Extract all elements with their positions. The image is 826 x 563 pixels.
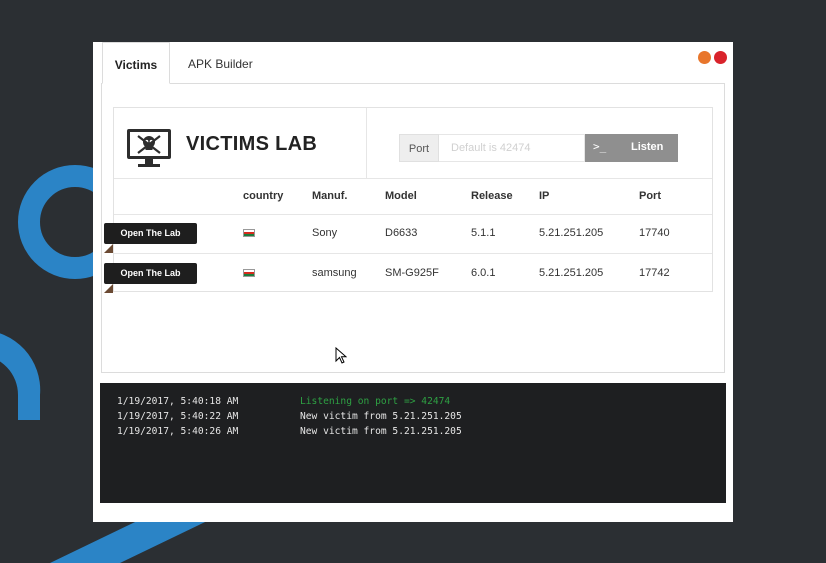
open-lab-button[interactable]: Open The Lab — [104, 223, 197, 244]
log-time: 1/19/2017, 5:40:26 AM — [117, 426, 239, 437]
header-model: Model — [385, 190, 417, 202]
terminal-prompt-icon: >_ — [593, 140, 607, 153]
header-manuf: Manuf. — [312, 190, 348, 202]
ribbon-tail-decoration — [104, 284, 113, 293]
victims-lab-panel: VICTIMS LAB Port >_ Listen country Manuf… — [104, 107, 713, 293]
header-port: Port — [639, 190, 661, 202]
release-cell: 5.1.1 — [471, 227, 496, 239]
close-button[interactable] — [714, 51, 727, 64]
port-cell: 17740 — [639, 227, 670, 239]
port-cell: 17742 — [639, 267, 670, 279]
flag-icon — [243, 269, 255, 278]
model-cell: D6633 — [385, 227, 418, 239]
header-release: Release — [471, 190, 513, 202]
minimize-button[interactable] — [698, 51, 711, 64]
page-title: VICTIMS LAB — [186, 133, 318, 155]
log-line: 1/19/2017, 5:40:26 AM New victim from 5.… — [117, 426, 717, 440]
release-cell: 6.0.1 — [471, 267, 496, 279]
country-cell — [243, 214, 255, 253]
log-console: 1/19/2017, 5:40:18 AM Listening on port … — [100, 383, 726, 503]
lab-title-area: VICTIMS LAB — [114, 108, 367, 178]
table-row: Open The Lab Sony D6633 5.1.1 5.21.251.2… — [104, 214, 712, 254]
log-message: New victim from 5.21.251.205 — [300, 411, 462, 422]
mouse-cursor-icon — [335, 347, 347, 364]
port-input[interactable] — [439, 134, 585, 162]
tab-victims[interactable]: Victims — [102, 42, 170, 84]
log-message: Listening on port => 42474 — [300, 396, 451, 407]
listen-button[interactable]: >_ Listen — [585, 134, 678, 162]
port-label: Port — [399, 134, 439, 162]
monitor-skull-icon — [127, 129, 171, 167]
header-ip: IP — [539, 190, 550, 202]
ribbon-tail-decoration — [104, 244, 113, 253]
log-line: 1/19/2017, 5:40:18 AM Listening on port … — [117, 396, 717, 410]
log-line: 1/19/2017, 5:40:22 AM New victim from 5.… — [117, 411, 717, 425]
log-time: 1/19/2017, 5:40:18 AM — [117, 396, 239, 407]
ip-cell: 5.21.251.205 — [539, 267, 604, 279]
model-cell: SM-G925F — [385, 267, 439, 279]
header-country: country — [243, 190, 284, 202]
manuf-cell: samsung — [312, 267, 357, 279]
lab-header: VICTIMS LAB Port >_ Listen — [114, 108, 712, 179]
table-header: country Manuf. Model Release IP Port — [114, 178, 712, 215]
manuf-cell: Sony — [312, 227, 338, 239]
log-message: New victim from 5.21.251.205 — [300, 426, 462, 437]
table-row: Open The Lab samsung SM-G925F 6.0.1 5.21… — [104, 254, 712, 293]
tab-bar: Victims APK Builder — [101, 42, 725, 84]
port-control: Port >_ Listen — [399, 134, 679, 162]
listen-label: Listen — [631, 141, 664, 153]
open-lab-button[interactable]: Open The Lab — [104, 263, 197, 284]
country-cell — [243, 254, 255, 293]
flag-icon — [243, 229, 255, 238]
ip-cell: 5.21.251.205 — [539, 227, 604, 239]
tab-apk-builder[interactable]: APK Builder — [174, 42, 267, 84]
log-time: 1/19/2017, 5:40:22 AM — [117, 411, 239, 422]
